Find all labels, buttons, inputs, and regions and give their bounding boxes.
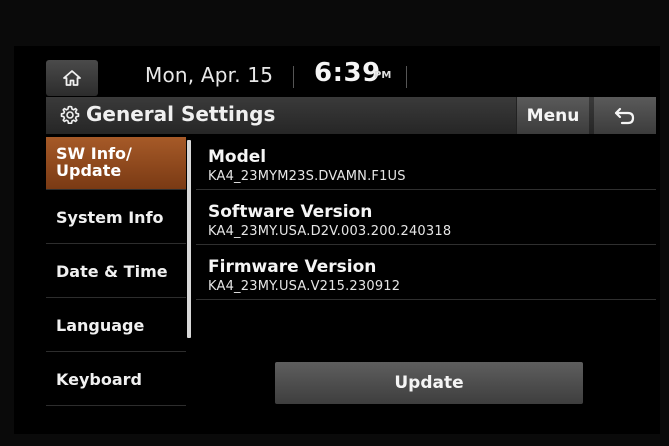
home-button[interactable]: [46, 60, 98, 96]
list-item: Software Version KA4_23MY.USA.D2V.003.20…: [196, 192, 656, 245]
back-button[interactable]: [594, 97, 656, 134]
sidebar-item-date-time[interactable]: Date & Time: [46, 245, 186, 298]
page-title: General Settings: [86, 102, 276, 126]
sidebar: SW Info/ Update System Info Date & Time …: [46, 137, 186, 407]
status-divider: [406, 66, 407, 88]
model-label: Model: [208, 147, 267, 167]
update-button[interactable]: Update: [275, 362, 583, 404]
status-time: 6:39: [314, 58, 381, 88]
menu-button[interactable]: Menu: [516, 97, 589, 134]
status-divider: [293, 66, 294, 88]
sidebar-item-keyboard[interactable]: Keyboard: [46, 353, 186, 406]
back-arrow-icon: [614, 107, 635, 124]
software-version-value: KA4_23MY.USA.D2V.003.200.240318: [208, 224, 452, 239]
status-date: Mon, Apr. 15: [145, 63, 274, 87]
firmware-version-label: Firmware Version: [208, 257, 377, 277]
firmware-version-value: KA4_23MY.USA.V215.230912: [208, 279, 401, 294]
software-version-label: Software Version: [208, 202, 373, 222]
sidebar-item-system-info[interactable]: System Info: [46, 191, 186, 244]
gear-icon: [60, 105, 80, 124]
sidebar-item-language[interactable]: Language: [46, 299, 186, 352]
list-item: Firmware Version KA4_23MY.USA.V215.23091…: [196, 247, 656, 300]
model-value: KA4_23MYM23S.DVAMN.F1US: [208, 169, 406, 184]
sidebar-scrollbar[interactable]: [187, 140, 191, 338]
list-item: Model KA4_23MYM23S.DVAMN.F1US: [196, 137, 656, 190]
home-icon: [63, 70, 81, 86]
sidebar-item-sw-info-update[interactable]: SW Info/ Update: [46, 137, 186, 190]
status-ampm: PM: [374, 70, 392, 81]
header-bar: General Settings Menu: [46, 97, 656, 134]
